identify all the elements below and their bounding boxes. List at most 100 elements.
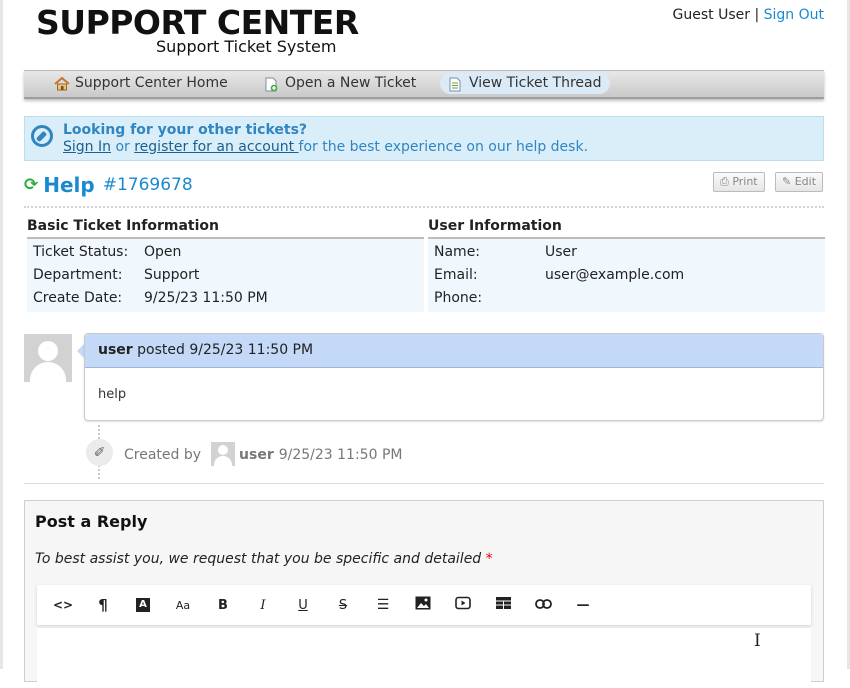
notice-or: or [111, 139, 135, 155]
user-info: User Information Name: User Email: user@… [428, 216, 825, 312]
image-icon [415, 596, 431, 614]
strikethrough-button[interactable]: S [323, 585, 363, 625]
bold-icon: B [218, 597, 228, 613]
ticket-subject: Help [43, 173, 95, 197]
user-separator: | [754, 7, 760, 23]
info-key: Phone: [434, 290, 483, 306]
event-user: user [239, 447, 274, 463]
thread-event: Created by user 9/25/23 11:50 PM [124, 442, 403, 467]
text-cursor-icon: I [754, 631, 761, 651]
reply-form: Post a Reply To best assist you, we requ… [24, 500, 824, 688]
paragraph-button[interactable]: ¶ [83, 585, 123, 625]
info-value: Open [144, 244, 182, 260]
home-icon [54, 76, 70, 91]
reply-editor[interactable] [37, 627, 811, 688]
info-value: user@example.com [545, 267, 685, 283]
italic-button[interactable]: I [243, 585, 283, 625]
ticket-thread-icon [448, 77, 462, 91]
new-ticket-icon [264, 77, 278, 91]
print-label: Print [732, 175, 758, 188]
nav-open-ticket-label: Open a New Ticket [285, 75, 417, 91]
info-key: Ticket Status: [33, 244, 129, 260]
title-separator [24, 206, 824, 208]
user-name: Guest User [672, 7, 750, 23]
link-button[interactable] [523, 585, 563, 625]
info-row-create-date: Create Date: 9/25/23 11:50 PM [27, 287, 424, 310]
list-button[interactable]: ☰ [363, 585, 403, 625]
entry-body: help [98, 387, 127, 402]
main-nav: Support Center Home Open a New Ticket Vi… [24, 70, 824, 99]
entry-header: user posted 9/25/23 11:50 PM [85, 334, 823, 368]
reply-title: Post a Reply [35, 512, 148, 531]
notice-text: Sign In or register for an account for t… [63, 139, 588, 155]
info-row-phone: Phone: [428, 287, 825, 310]
page-border-left [0, 0, 3, 669]
horizontal-rule-button[interactable]: — [563, 585, 603, 625]
sign-out-link[interactable]: Sign Out [764, 7, 824, 23]
italic-icon: I [260, 597, 266, 613]
logo-subtitle: Support Ticket System [156, 37, 337, 56]
printer-icon: ⎙ [720, 175, 729, 188]
logo-title: SUPPORT CENTER [36, 3, 359, 42]
image-button[interactable] [403, 585, 443, 625]
nav-home-label: Support Center Home [75, 75, 228, 91]
compass-icon [31, 125, 53, 147]
required-mark: * [485, 551, 493, 567]
info-value: Support [144, 267, 200, 283]
strikethrough-icon: S [338, 597, 348, 613]
font-size-icon: Aa [175, 598, 191, 612]
bold-button[interactable]: B [203, 585, 243, 625]
event-time: 9/25/23 11:50 PM [278, 447, 403, 463]
reply-hint: To best assist you, we request that you … [35, 551, 493, 567]
info-key: Name: [434, 244, 481, 260]
video-button[interactable] [443, 585, 483, 625]
horizontal-rule-icon: — [576, 597, 590, 613]
paragraph-icon: ¶ [98, 596, 108, 614]
ticket-number: #1769678 [102, 175, 193, 195]
magic-wand-icon: ✐ [86, 439, 113, 466]
sign-in-link[interactable]: Sign In [63, 139, 111, 155]
code-view-button[interactable]: <> [43, 585, 83, 625]
info-row-name: Name: User [428, 241, 825, 264]
link-icon [534, 598, 552, 613]
font-color-icon: A [136, 598, 150, 612]
edit-button[interactable]: ✎ Edit [775, 172, 824, 192]
thread-entry: user posted 9/25/23 11:50 PM help [84, 333, 824, 421]
pencil-icon: ✎ [782, 175, 792, 188]
video-icon [455, 596, 471, 614]
info-value: 9/25/23 11:50 PM [144, 290, 268, 306]
font-color-button[interactable]: A [123, 585, 163, 625]
nav-view-thread[interactable]: View Ticket Thread [440, 73, 610, 94]
ticket-title: ⟳ Help #1769678 [24, 173, 193, 197]
nav-open-ticket[interactable]: Open a New Ticket [256, 73, 424, 94]
code-icon: <> [52, 598, 74, 612]
thread-separator [24, 483, 824, 484]
table-button[interactable] [483, 585, 523, 625]
nav-home[interactable]: Support Center Home [46, 73, 236, 94]
tickets-notice: Looking for your other tickets? Sign In … [24, 116, 824, 161]
info-row-department: Department: Support [27, 264, 424, 287]
font-size-button[interactable]: Aa [163, 585, 203, 625]
notice-title: Looking for your other tickets? [63, 122, 308, 138]
list-icon: ☰ [376, 597, 390, 613]
print-button[interactable]: ⎙ Print [713, 172, 765, 192]
nav-view-thread-label: View Ticket Thread [469, 75, 602, 91]
info-row-status: Ticket Status: Open [27, 241, 424, 264]
underline-button[interactable]: U [283, 585, 323, 625]
reply-hint-text: To best assist you, we request that you … [35, 551, 482, 567]
avatar [211, 442, 236, 466]
info-row-email: Email: user@example.com [428, 264, 825, 287]
info-value: User [545, 244, 577, 260]
register-link[interactable]: register for an account [134, 139, 298, 155]
avatar [24, 334, 72, 382]
entry-author: user [98, 342, 133, 358]
user-info-heading: User Information [428, 216, 825, 239]
site-logo[interactable]: SUPPORT CENTER Support Ticket System [36, 3, 359, 57]
basic-ticket-info: Basic Ticket Information Ticket Status: … [27, 216, 424, 312]
info-key: Email: [434, 267, 478, 283]
info-key: Create Date: [33, 290, 123, 306]
refresh-icon[interactable]: ⟳ [24, 175, 38, 195]
notice-rest: for the best experience on our help desk… [298, 139, 589, 155]
event-created-by: Created by [124, 447, 202, 463]
info-key: Department: [33, 267, 123, 283]
